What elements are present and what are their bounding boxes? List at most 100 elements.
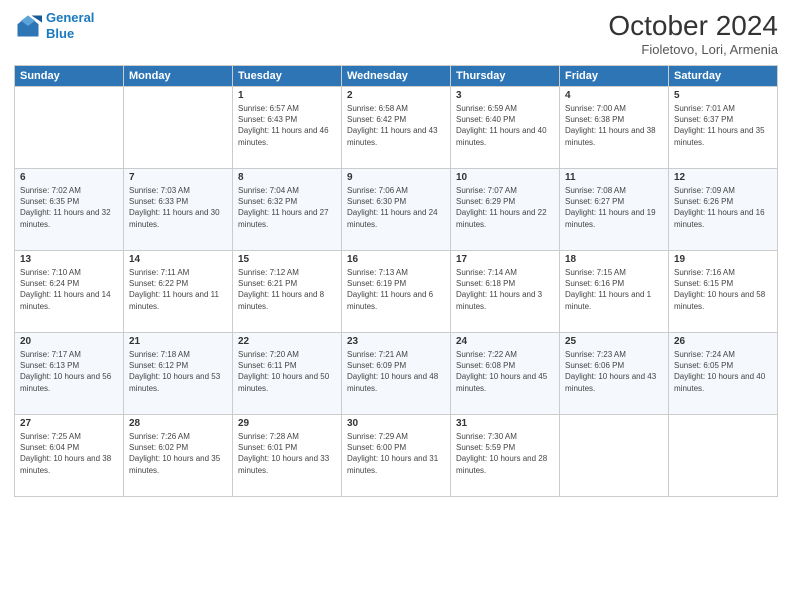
- table-row: 13 Sunrise: 7:10 AMSunset: 6:24 PMDaylig…: [15, 251, 124, 333]
- day-info: Sunrise: 7:16 AMSunset: 6:15 PMDaylight:…: [674, 267, 772, 312]
- table-row: 11 Sunrise: 7:08 AMSunset: 6:27 PMDaylig…: [560, 169, 669, 251]
- day-number: 18: [565, 254, 663, 265]
- day-number: 23: [347, 336, 445, 347]
- day-info: Sunrise: 7:10 AMSunset: 6:24 PMDaylight:…: [20, 267, 118, 312]
- col-tuesday: Tuesday: [233, 66, 342, 87]
- calendar-week-row: 6 Sunrise: 7:02 AMSunset: 6:35 PMDayligh…: [15, 169, 778, 251]
- day-number: 21: [129, 336, 227, 347]
- day-number: 4: [565, 90, 663, 101]
- calendar-header-row: Sunday Monday Tuesday Wednesday Thursday…: [15, 66, 778, 87]
- table-row: 23 Sunrise: 7:21 AMSunset: 6:09 PMDaylig…: [342, 333, 451, 415]
- day-info: Sunrise: 7:01 AMSunset: 6:37 PMDaylight:…: [674, 103, 772, 148]
- day-number: 8: [238, 172, 336, 183]
- logo-text: General Blue: [46, 10, 94, 41]
- day-info: Sunrise: 7:24 AMSunset: 6:05 PMDaylight:…: [674, 349, 772, 394]
- day-info: Sunrise: 7:18 AMSunset: 6:12 PMDaylight:…: [129, 349, 227, 394]
- day-number: 24: [456, 336, 554, 347]
- table-row: [669, 415, 778, 497]
- day-info: Sunrise: 7:22 AMSunset: 6:08 PMDaylight:…: [456, 349, 554, 394]
- day-number: 6: [20, 172, 118, 183]
- day-info: Sunrise: 7:14 AMSunset: 6:18 PMDaylight:…: [456, 267, 554, 312]
- table-row: 27 Sunrise: 7:25 AMSunset: 6:04 PMDaylig…: [15, 415, 124, 497]
- day-info: Sunrise: 7:13 AMSunset: 6:19 PMDaylight:…: [347, 267, 445, 312]
- day-info: Sunrise: 7:00 AMSunset: 6:38 PMDaylight:…: [565, 103, 663, 148]
- day-number: 17: [456, 254, 554, 265]
- day-number: 29: [238, 418, 336, 429]
- table-row: 14 Sunrise: 7:11 AMSunset: 6:22 PMDaylig…: [124, 251, 233, 333]
- table-row: 6 Sunrise: 7:02 AMSunset: 6:35 PMDayligh…: [15, 169, 124, 251]
- day-number: 31: [456, 418, 554, 429]
- day-info: Sunrise: 7:26 AMSunset: 6:02 PMDaylight:…: [129, 431, 227, 476]
- table-row: 5 Sunrise: 7:01 AMSunset: 6:37 PMDayligh…: [669, 87, 778, 169]
- day-number: 19: [674, 254, 772, 265]
- calendar-week-row: 27 Sunrise: 7:25 AMSunset: 6:04 PMDaylig…: [15, 415, 778, 497]
- day-number: 26: [674, 336, 772, 347]
- table-row: 22 Sunrise: 7:20 AMSunset: 6:11 PMDaylig…: [233, 333, 342, 415]
- table-row: 1 Sunrise: 6:57 AMSunset: 6:43 PMDayligh…: [233, 87, 342, 169]
- table-row: [560, 415, 669, 497]
- day-number: 1: [238, 90, 336, 101]
- table-row: 29 Sunrise: 7:28 AMSunset: 6:01 PMDaylig…: [233, 415, 342, 497]
- day-info: Sunrise: 7:03 AMSunset: 6:33 PMDaylight:…: [129, 185, 227, 230]
- table-row: 4 Sunrise: 7:00 AMSunset: 6:38 PMDayligh…: [560, 87, 669, 169]
- day-number: 14: [129, 254, 227, 265]
- col-wednesday: Wednesday: [342, 66, 451, 87]
- calendar-week-row: 1 Sunrise: 6:57 AMSunset: 6:43 PMDayligh…: [15, 87, 778, 169]
- table-row: 20 Sunrise: 7:17 AMSunset: 6:13 PMDaylig…: [15, 333, 124, 415]
- table-row: 12 Sunrise: 7:09 AMSunset: 6:26 PMDaylig…: [669, 169, 778, 251]
- title-block: October 2024 Fioletovo, Lori, Armenia: [608, 10, 778, 57]
- col-sunday: Sunday: [15, 66, 124, 87]
- calendar-week-row: 20 Sunrise: 7:17 AMSunset: 6:13 PMDaylig…: [15, 333, 778, 415]
- day-info: Sunrise: 7:04 AMSunset: 6:32 PMDaylight:…: [238, 185, 336, 230]
- day-number: 3: [456, 90, 554, 101]
- day-number: 7: [129, 172, 227, 183]
- calendar-week-row: 13 Sunrise: 7:10 AMSunset: 6:24 PMDaylig…: [15, 251, 778, 333]
- day-info: Sunrise: 7:09 AMSunset: 6:26 PMDaylight:…: [674, 185, 772, 230]
- day-number: 20: [20, 336, 118, 347]
- table-row: 8 Sunrise: 7:04 AMSunset: 6:32 PMDayligh…: [233, 169, 342, 251]
- day-info: Sunrise: 7:29 AMSunset: 6:00 PMDaylight:…: [347, 431, 445, 476]
- table-row: 15 Sunrise: 7:12 AMSunset: 6:21 PMDaylig…: [233, 251, 342, 333]
- day-info: Sunrise: 7:12 AMSunset: 6:21 PMDaylight:…: [238, 267, 336, 312]
- logo-icon: [14, 12, 42, 40]
- table-row: 19 Sunrise: 7:16 AMSunset: 6:15 PMDaylig…: [669, 251, 778, 333]
- day-number: 11: [565, 172, 663, 183]
- day-number: 15: [238, 254, 336, 265]
- logo-blue: Blue: [46, 26, 74, 41]
- table-row: 18 Sunrise: 7:15 AMSunset: 6:16 PMDaylig…: [560, 251, 669, 333]
- col-saturday: Saturday: [669, 66, 778, 87]
- table-row: 9 Sunrise: 7:06 AMSunset: 6:30 PMDayligh…: [342, 169, 451, 251]
- table-row: 21 Sunrise: 7:18 AMSunset: 6:12 PMDaylig…: [124, 333, 233, 415]
- page: General Blue October 2024 Fioletovo, Lor…: [0, 0, 792, 612]
- day-number: 12: [674, 172, 772, 183]
- table-row: 31 Sunrise: 7:30 AMSunset: 5:59 PMDaylig…: [451, 415, 560, 497]
- day-info: Sunrise: 6:59 AMSunset: 6:40 PMDaylight:…: [456, 103, 554, 148]
- day-info: Sunrise: 7:30 AMSunset: 5:59 PMDaylight:…: [456, 431, 554, 476]
- header: General Blue October 2024 Fioletovo, Lor…: [14, 10, 778, 57]
- day-number: 25: [565, 336, 663, 347]
- location: Fioletovo, Lori, Armenia: [608, 42, 778, 57]
- table-row: [15, 87, 124, 169]
- table-row: 24 Sunrise: 7:22 AMSunset: 6:08 PMDaylig…: [451, 333, 560, 415]
- day-number: 16: [347, 254, 445, 265]
- day-number: 27: [20, 418, 118, 429]
- table-row: 25 Sunrise: 7:23 AMSunset: 6:06 PMDaylig…: [560, 333, 669, 415]
- table-row: 3 Sunrise: 6:59 AMSunset: 6:40 PMDayligh…: [451, 87, 560, 169]
- day-info: Sunrise: 7:02 AMSunset: 6:35 PMDaylight:…: [20, 185, 118, 230]
- table-row: [124, 87, 233, 169]
- table-row: 30 Sunrise: 7:29 AMSunset: 6:00 PMDaylig…: [342, 415, 451, 497]
- table-row: 16 Sunrise: 7:13 AMSunset: 6:19 PMDaylig…: [342, 251, 451, 333]
- day-info: Sunrise: 7:23 AMSunset: 6:06 PMDaylight:…: [565, 349, 663, 394]
- day-info: Sunrise: 7:20 AMSunset: 6:11 PMDaylight:…: [238, 349, 336, 394]
- table-row: 28 Sunrise: 7:26 AMSunset: 6:02 PMDaylig…: [124, 415, 233, 497]
- day-info: Sunrise: 6:58 AMSunset: 6:42 PMDaylight:…: [347, 103, 445, 148]
- day-number: 28: [129, 418, 227, 429]
- table-row: 7 Sunrise: 7:03 AMSunset: 6:33 PMDayligh…: [124, 169, 233, 251]
- day-info: Sunrise: 7:08 AMSunset: 6:27 PMDaylight:…: [565, 185, 663, 230]
- day-info: Sunrise: 7:15 AMSunset: 6:16 PMDaylight:…: [565, 267, 663, 312]
- logo: General Blue: [14, 10, 94, 41]
- day-number: 13: [20, 254, 118, 265]
- col-thursday: Thursday: [451, 66, 560, 87]
- table-row: 2 Sunrise: 6:58 AMSunset: 6:42 PMDayligh…: [342, 87, 451, 169]
- col-friday: Friday: [560, 66, 669, 87]
